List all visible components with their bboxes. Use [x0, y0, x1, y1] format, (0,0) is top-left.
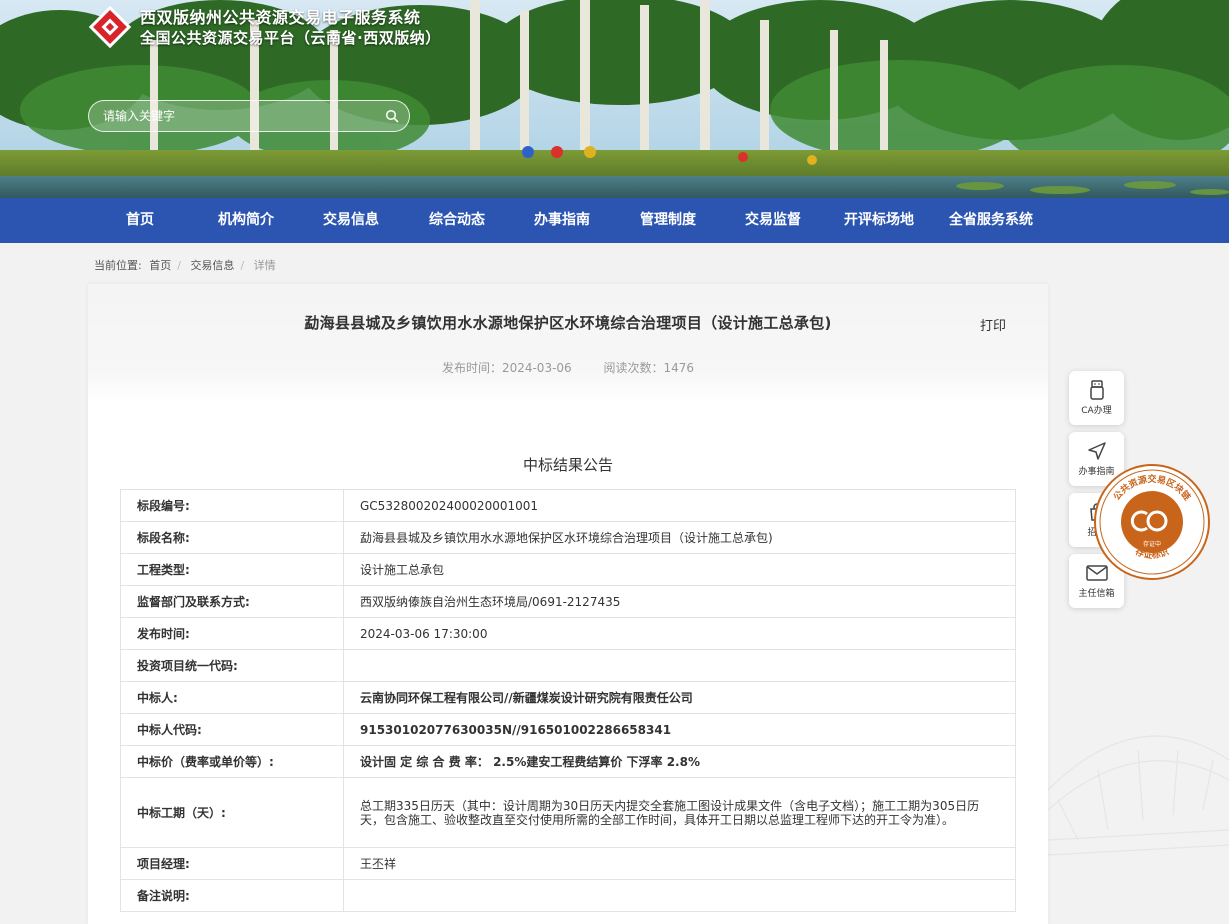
- table-row: 标段名称: 勐海县县城及乡镇饮用水水源地保护区水环境综合治理项目（设计施工总承包): [120, 521, 1016, 554]
- row-key: 投资项目统一代码:: [120, 649, 344, 682]
- search-box: [88, 100, 410, 132]
- tool-ca-label: CA办理: [1081, 406, 1112, 416]
- breadcrumb-trade-info[interactable]: 交易信息: [190, 259, 234, 272]
- notice-title: 中标结果公告: [522, 456, 613, 474]
- result-table: 标段编号: GC532800202400020001001 标段名称: 勐海县县城及…: [120, 489, 1016, 912]
- row-key: 中标人:: [120, 681, 344, 714]
- nav-province-system[interactable]: 全省服务系统: [949, 198, 1033, 243]
- logo-diamond-icon: [88, 5, 132, 49]
- tool-mailbox-label: 主任信箱: [1078, 589, 1115, 599]
- article-meta: 发布时间：2024-03-06 阅读次数：1476: [88, 359, 1048, 376]
- table-row: 监督部门及联系方式: 西双版纳傣族自治州生态环境局/0691-2127435: [120, 585, 1016, 618]
- tool-ca[interactable]: CA办理: [1069, 371, 1124, 425]
- row-value: [343, 879, 1016, 912]
- nav-guide[interactable]: 办事指南: [534, 198, 590, 243]
- stamp-center-text: 存证中: [1143, 540, 1161, 548]
- article-header: 勐海县县城及乡镇饮用水水源地保护区水环境综合治理项目（设计施工总承包) 打印 发…: [88, 284, 1048, 402]
- row-key: 标段名称:: [120, 521, 344, 554]
- row-key: 工程类型:: [120, 553, 344, 586]
- row-value: 设计固 定 综 合 费 率： 2.5%建安工程费结算价 下浮率 2.8%: [343, 745, 1016, 778]
- main-nav: 首页 机构简介 交易信息 综合动态 办事指南 管理制度 交易监督 开评标场地 全…: [0, 198, 1229, 243]
- table-row: 项目经理: 王丕祥: [120, 847, 1016, 880]
- row-value: GC532800202400020001001: [343, 489, 1016, 522]
- row-value: 设计施工总承包: [343, 553, 1016, 586]
- row-value: 云南协同环保工程有限公司//新疆煤炭设计研究院有限责任公司: [343, 681, 1016, 714]
- site-logo[interactable]: 西双版纳州公共资源交易电子服务系统 全国公共资源交易平台（云南省·西双版纳）: [88, 5, 441, 49]
- row-value: 西双版纳傣族自治州生态环境局/0691-2127435: [343, 585, 1016, 618]
- table-row: 发布时间: 2024-03-06 17:30:00: [120, 617, 1016, 650]
- nav-regulations[interactable]: 管理制度: [640, 198, 696, 243]
- publish-time: 发布时间：2024-03-06: [441, 361, 572, 375]
- row-key: 项目经理:: [120, 847, 344, 880]
- row-value: 91530102077630035N//916501002286658341: [343, 713, 1016, 746]
- row-key: 备注说明:: [120, 879, 344, 912]
- usb-key-icon: [1089, 380, 1104, 400]
- row-value: 2024-03-06 17:30:00: [343, 617, 1016, 650]
- breadcrumb-separator: /: [177, 259, 181, 272]
- table-row: 中标人代码: 91530102077630035N//91650100228665…: [120, 713, 1016, 746]
- breadcrumb: 当前位置: 首页 / 交易信息 / 详情: [94, 257, 280, 273]
- breadcrumb-separator: /: [240, 259, 245, 272]
- search-input[interactable]: [101, 108, 385, 124]
- row-value: 总工期335日历天（其中：设计周期为30日历天内提交全套施工图设计成果文件（含电…: [343, 777, 1016, 848]
- row-key: 中标价（费率或单价等）:: [120, 745, 344, 778]
- send-arrow-icon: [1087, 442, 1106, 460]
- read-count: 阅读次数：1476: [603, 361, 695, 375]
- print-button[interactable]: 打印: [980, 315, 1006, 334]
- row-key: 中标工期（天）:: [120, 777, 344, 848]
- site-subtitle: 全国公共资源交易平台（云南省·西双版纳）: [140, 28, 441, 47]
- row-value: 王丕祥: [343, 847, 1016, 880]
- nav-about[interactable]: 机构简介: [218, 198, 274, 243]
- row-key: 中标人代码:: [120, 713, 344, 746]
- breadcrumb-prefix: 当前位置:: [94, 259, 142, 272]
- nav-supervision[interactable]: 交易监督: [745, 198, 801, 243]
- bridge-watermark-image: [1048, 735, 1229, 856]
- table-row: 标段编号: GC532800202400020001001: [120, 489, 1016, 522]
- article-title: 勐海县县城及乡镇饮用水水源地保护区水环境综合治理项目（设计施工总承包): [304, 314, 832, 332]
- table-row: 中标工期（天）: 总工期335日历天（其中：设计周期为30日历天内提交全套施工图设…: [120, 777, 1016, 848]
- blockchain-stamp[interactable]: 公共资源交易区块链 存证中 存证标识: [1092, 462, 1212, 582]
- table-row: 中标人: 云南协同环保工程有限公司//新疆煤炭设计研究院有限责任公司: [120, 681, 1016, 714]
- row-key: 发布时间:: [120, 617, 344, 650]
- table-row: 工程类型: 设计施工总承包: [120, 553, 1016, 586]
- nav-news[interactable]: 综合动态: [429, 198, 485, 243]
- site-title: 西双版纳州公共资源交易电子服务系统: [140, 7, 421, 27]
- nav-home[interactable]: 首页: [126, 198, 154, 243]
- table-row: 备注说明:: [120, 879, 1016, 912]
- breadcrumb-home[interactable]: 首页: [149, 259, 171, 272]
- breadcrumb-current: 详情: [253, 259, 276, 272]
- article-card: 勐海县县城及乡镇饮用水水源地保护区水环境综合治理项目（设计施工总承包) 打印 发…: [88, 284, 1048, 924]
- header-banner: 西双版纳州公共资源交易电子服务系统 全国公共资源交易平台（云南省·西双版纳）: [0, 0, 1229, 198]
- search-icon[interactable]: [385, 109, 399, 123]
- table-row: 中标价（费率或单价等）: 设计固 定 综 合 费 率： 2.5%建安工程费结算价 …: [120, 745, 1016, 778]
- nav-trade-info[interactable]: 交易信息: [323, 198, 379, 243]
- row-key: 监督部门及联系方式:: [120, 585, 344, 618]
- row-key: 标段编号:: [120, 489, 344, 522]
- row-value: 勐海县县城及乡镇饮用水水源地保护区水环境综合治理项目（设计施工总承包): [343, 521, 1016, 554]
- row-value: [343, 649, 1016, 682]
- nav-venues[interactable]: 开评标场地: [844, 198, 914, 243]
- table-row: 投资项目统一代码:: [120, 649, 1016, 682]
